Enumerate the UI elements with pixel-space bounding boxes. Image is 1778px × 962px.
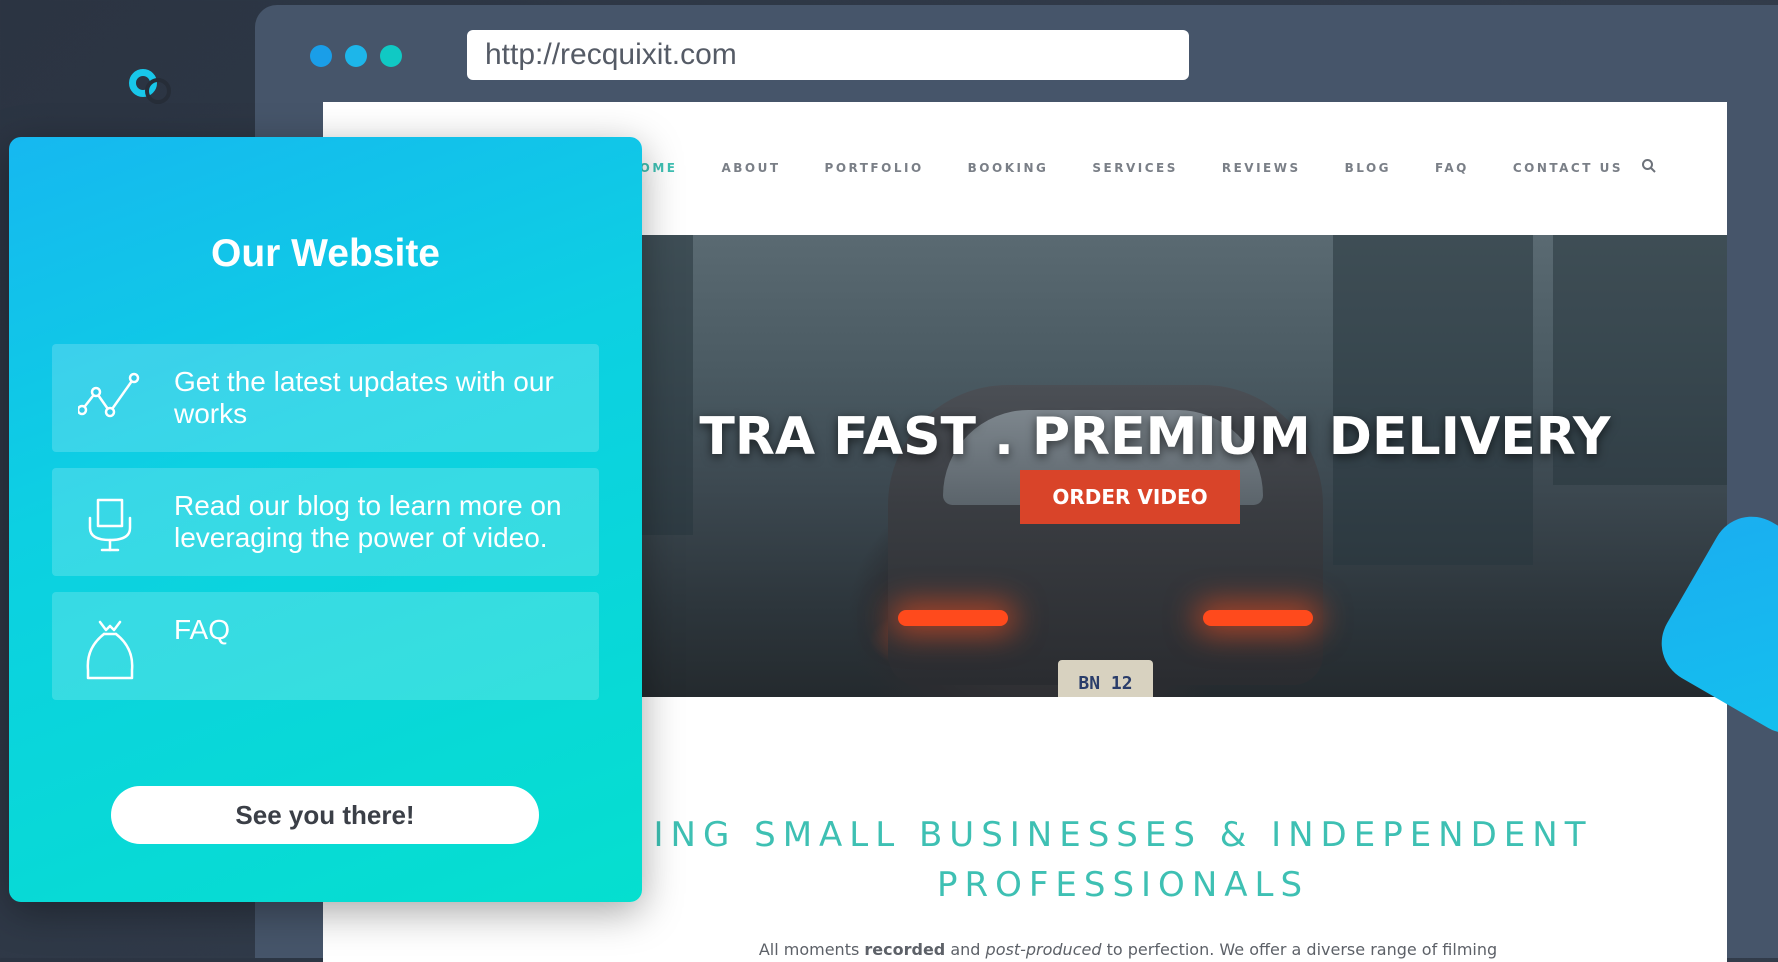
panel-item-text: FAQ: [174, 614, 231, 645]
see-you-there-button[interactable]: See you there!: [111, 786, 539, 844]
tail-light-left: [898, 610, 1008, 626]
license-plate: BN 12: [1058, 660, 1153, 697]
nav-services[interactable]: SERVICES: [1092, 161, 1177, 175]
nav-reviews[interactable]: REVIEWS: [1222, 161, 1301, 175]
our-website-panel: Our Website Get the latest updates with …: [9, 137, 642, 902]
nav-contact-us[interactable]: CONTACT US: [1513, 161, 1623, 175]
nav-booking[interactable]: BOOKING: [968, 161, 1049, 175]
address-bar[interactable]: http://recquixit.com: [467, 30, 1189, 80]
tail-light-right: [1203, 610, 1313, 626]
window-controls: [310, 45, 402, 67]
search-icon[interactable]: [1641, 158, 1657, 179]
panel-title: Our Website: [211, 232, 440, 275]
panel-item-text: Get the latest updates with our works: [174, 366, 554, 429]
window-dot-2[interactable]: [345, 45, 367, 67]
trend-line-icon: [76, 368, 142, 432]
decorative-ring-shadow: [145, 78, 171, 104]
panel-item-text: Read our blog to learn more on leveragin…: [174, 490, 562, 553]
window-dot-3[interactable]: [380, 45, 402, 67]
intro-italic: post-produced: [985, 940, 1102, 959]
intro-bold: recorded: [864, 940, 946, 959]
intro-mid: and: [945, 940, 986, 959]
intro-suffix: to perfection. We offer a diverse range …: [1101, 940, 1498, 959]
intro-text: All moments recorded and post-produced t…: [653, 940, 1603, 959]
section-title: ING SMALL BUSINESSES & INDEPENDENT PROFE…: [653, 815, 1593, 905]
intro-prefix: All moments: [758, 940, 865, 959]
order-video-button[interactable]: ORDER VIDEO: [1020, 470, 1240, 524]
nav-blog[interactable]: BLOG: [1345, 161, 1391, 175]
hero-building: [1333, 235, 1533, 565]
panel-item-blog[interactable]: Read our blog to learn more on leveragin…: [52, 468, 599, 576]
nav-about[interactable]: ABOUT: [721, 161, 780, 175]
panel-item-faq[interactable]: FAQ: [52, 592, 599, 700]
panel-item-updates[interactable]: Get the latest updates with our works: [52, 344, 599, 452]
nav-portfolio[interactable]: PORTFOLIO: [825, 161, 924, 175]
window-dot-1[interactable]: [310, 45, 332, 67]
chair-icon: [78, 492, 142, 556]
bag-icon: [78, 616, 142, 680]
nav-faq[interactable]: FAQ: [1435, 161, 1469, 175]
